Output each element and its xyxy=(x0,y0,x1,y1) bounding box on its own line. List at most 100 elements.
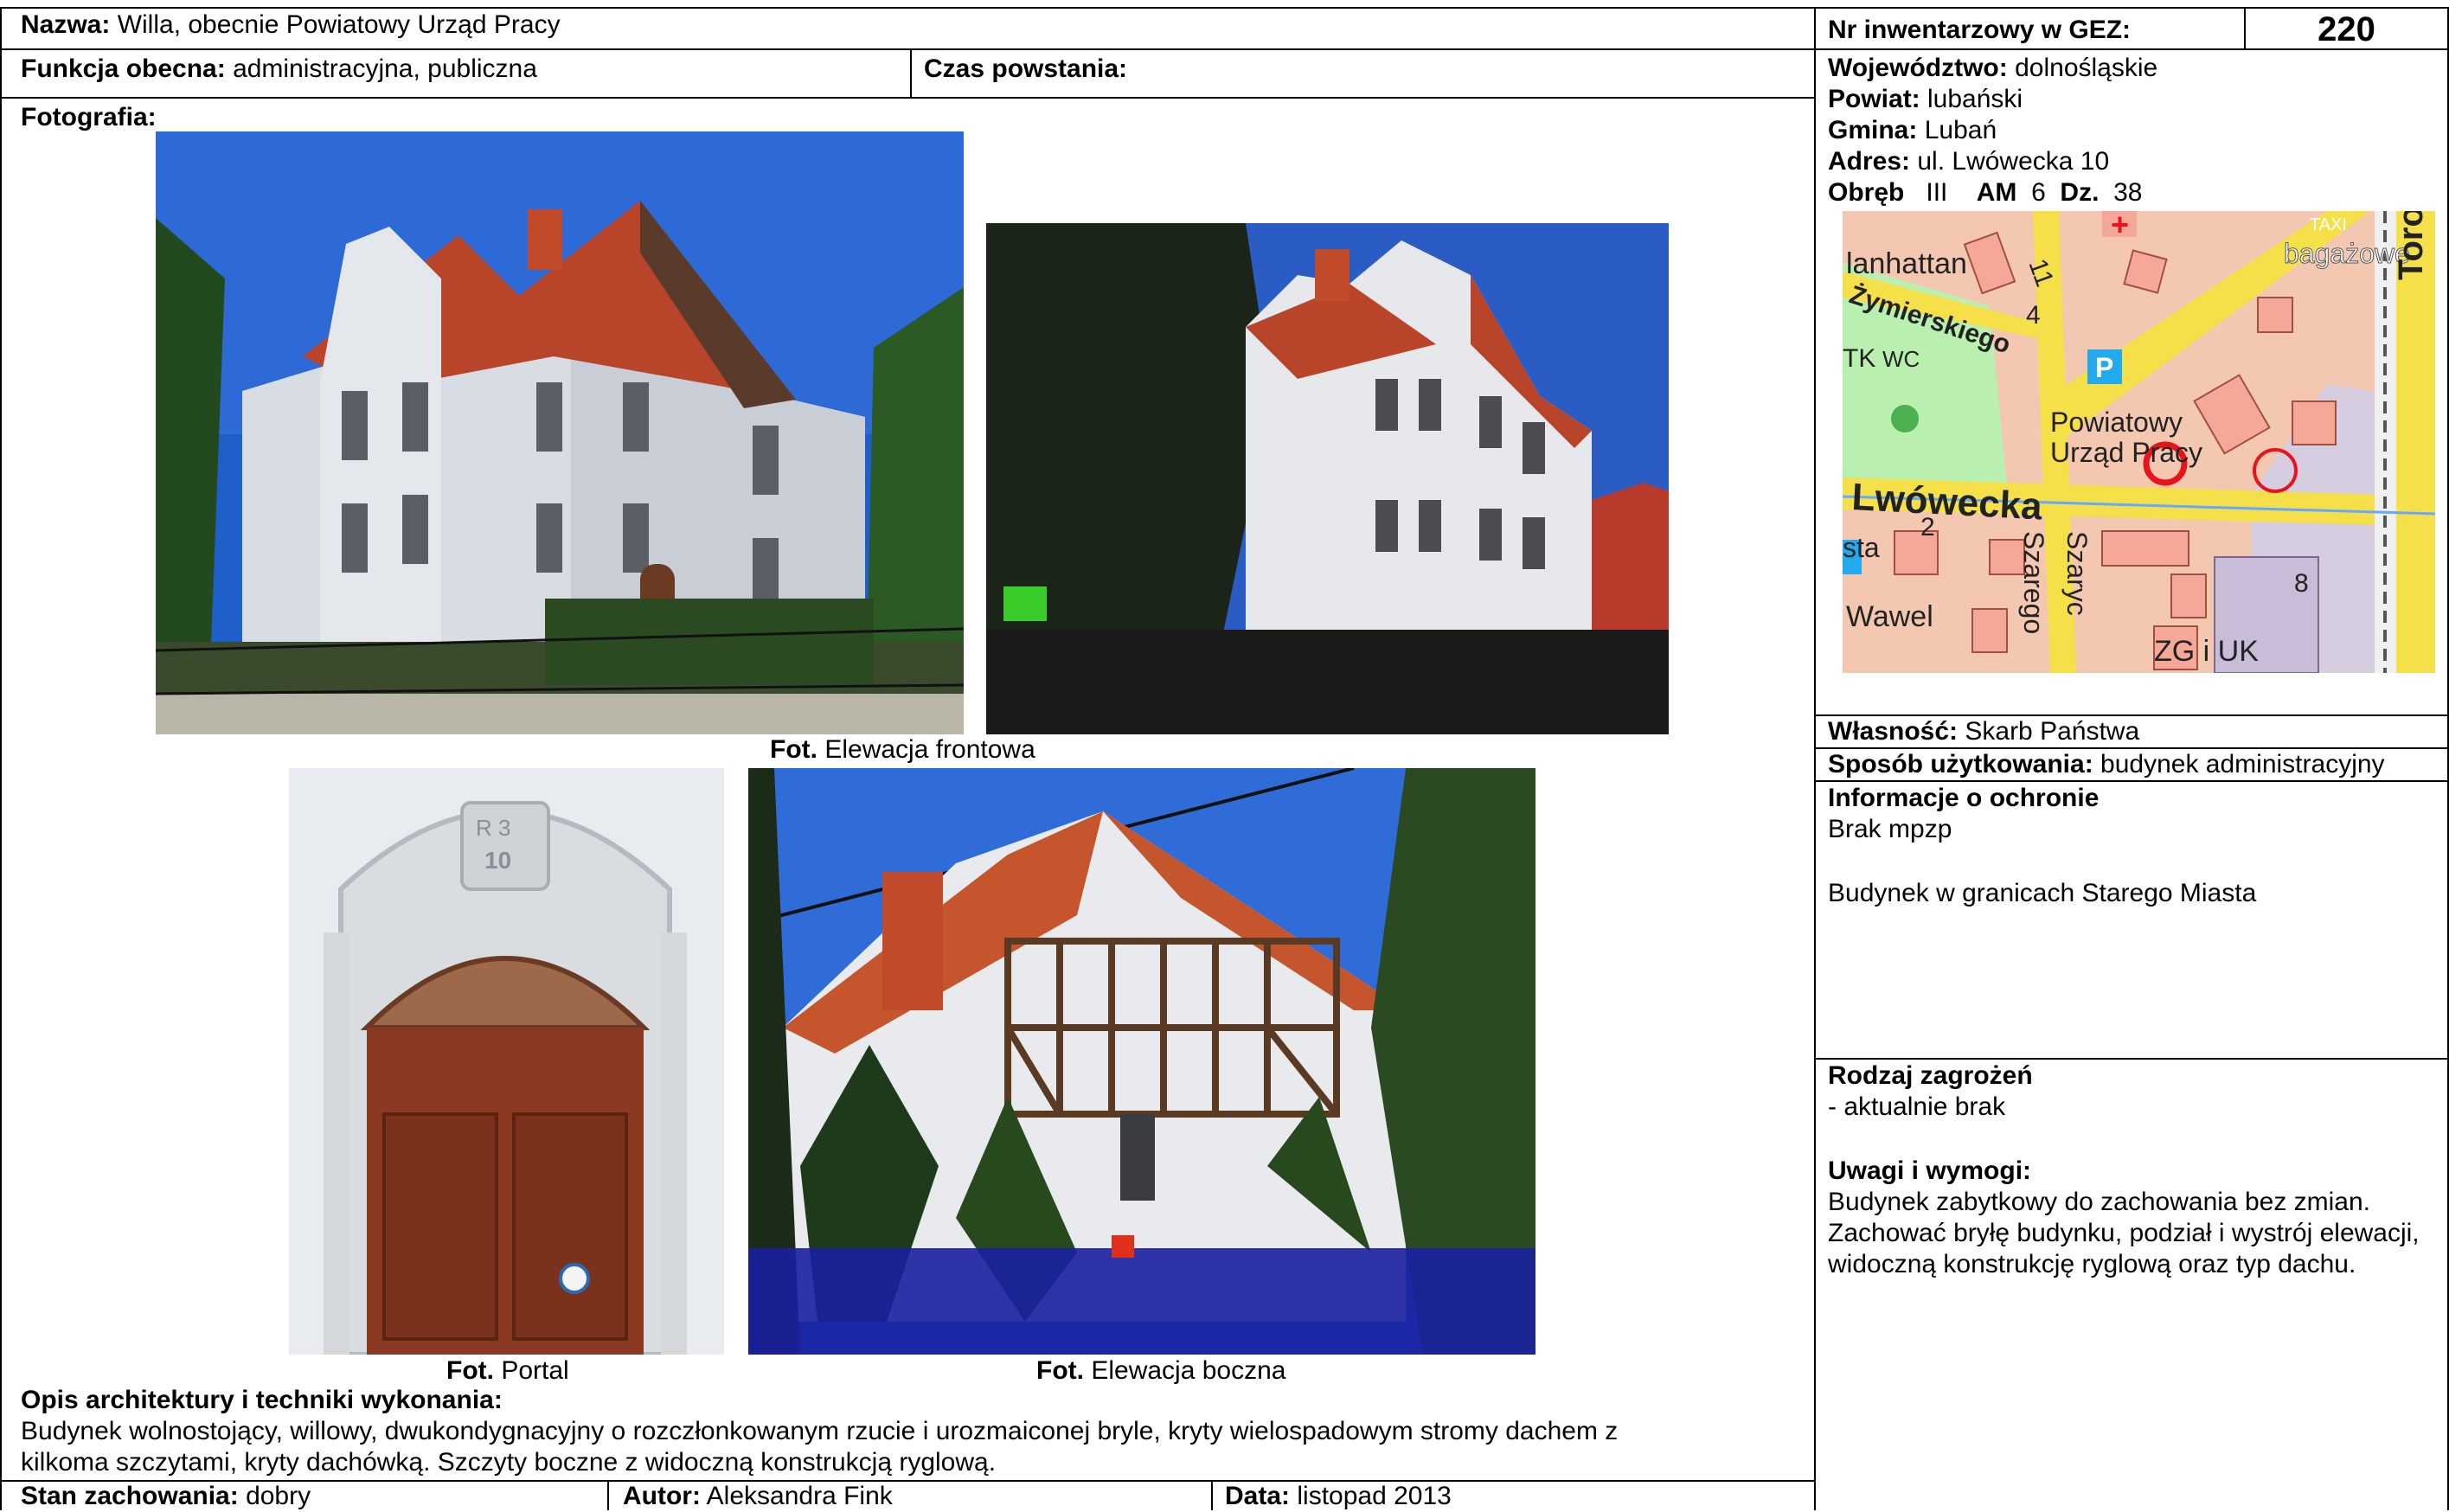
photo-front-elevation-2 xyxy=(986,223,1669,734)
photos-section-label: Fotografia: xyxy=(21,103,157,131)
svg-text:2: 2 xyxy=(1920,513,1935,541)
ownership-label: Własność: xyxy=(1828,717,1959,746)
description-title: Opis architektury i techniki wykonania: xyxy=(21,1386,503,1414)
svg-text:Wawel: Wawel xyxy=(1846,600,1933,633)
remarks-title: Uwagi i wymogi: xyxy=(1828,1156,2032,1185)
county-field: Powiat: lubański xyxy=(1828,84,2023,115)
plot-label: Dz. xyxy=(2060,178,2100,207)
name-value: Willa, obecnie Powiatowy Urząd Pracy xyxy=(117,10,561,39)
caption-side-label: Fot. xyxy=(1036,1356,1084,1385)
footer-divider-2 xyxy=(1211,1480,1213,1510)
outer-left-border xyxy=(0,7,2,1510)
caption-portal: Fot. Portal xyxy=(446,1355,569,1387)
time-field: Czas powstania: xyxy=(924,54,1127,85)
usage-value: budynek administracyjny xyxy=(2100,750,2385,778)
map-graphic: P + lanhattan Żymierskiego Powiatowy Urz… xyxy=(1843,211,2435,673)
voivodeship-value: dolnośląskie xyxy=(2015,54,2158,82)
caption-portal-text: Portal xyxy=(501,1356,569,1385)
ownership-value: Skarb Państwa xyxy=(1965,717,2140,746)
svg-text:TAXI: TAXI xyxy=(2310,215,2347,234)
svg-text:Szarego: Szarego xyxy=(2018,531,2049,634)
svg-text:R 3: R 3 xyxy=(476,815,510,841)
protection-line-2: Budynek w granicach Starego Miasta xyxy=(1828,879,2257,907)
address-field: Adres: ul. Lwówecka 10 xyxy=(1828,146,2109,177)
protection-line-1: Brak mpzp xyxy=(1828,815,1952,843)
svg-text:8: 8 xyxy=(2294,569,2309,598)
svg-text:10: 10 xyxy=(484,847,511,874)
am-label: AM xyxy=(1976,178,2017,207)
address-label: Adres: xyxy=(1828,147,1911,176)
caption-side-text: Elewacja boczna xyxy=(1091,1356,1286,1385)
svg-text:Powiatowy: Powiatowy xyxy=(2050,407,2183,438)
location-map: P + lanhattan Żymierskiego Powiatowy Urz… xyxy=(1843,211,2435,673)
row2-bottom-border xyxy=(0,97,1816,99)
date-field: Data: listopad 2013 xyxy=(1225,1481,1452,1512)
date-value: listopad 2013 xyxy=(1297,1482,1452,1510)
svg-text:bagażowe: bagażowe xyxy=(2284,238,2410,269)
voivodeship-field: Województwo: dolnośląskie xyxy=(1828,53,2157,84)
usage-bottom-border xyxy=(1814,780,2449,782)
plot-value: 38 xyxy=(2113,178,2143,207)
cadastral-field: Obręb III AM 6 Dz. 38 xyxy=(1828,177,2142,208)
function-field: Funkcja obecna: administracyjna, publicz… xyxy=(21,54,537,85)
precinct-label: Obręb xyxy=(1828,178,1905,207)
author-value: Aleksandra Fink xyxy=(706,1482,893,1510)
caption-portal-label: Fot. xyxy=(446,1356,494,1385)
address-value: ul. Lwówecka 10 xyxy=(1917,147,2110,176)
svg-text:P: P xyxy=(2095,352,2113,383)
photo-side-elevation xyxy=(748,768,1535,1355)
protection-bottom-border xyxy=(1814,1058,2449,1060)
caption-front-elevation: Fot. Elewacja frontowa xyxy=(770,734,1035,766)
county-label: Powiat: xyxy=(1828,85,1920,113)
main-divider xyxy=(1814,7,1816,1510)
threats-value: - aktualnie brak xyxy=(1828,1092,2006,1121)
photo-front-elevation-1 xyxy=(156,131,964,734)
time-label: Czas powstania: xyxy=(924,54,1128,83)
condition-value: dobry xyxy=(246,1482,311,1510)
description-line-1: Budynek wolnostojący, willowy, dwukondyg… xyxy=(21,1417,1619,1445)
usage-field: Sposób użytkowania: budynek administracy… xyxy=(1828,749,2385,780)
remarks-value: Budynek zabytkowy do zachowania bez zmia… xyxy=(1828,1188,2420,1278)
threats-title: Rodzaj zagrożeń xyxy=(1828,1061,2033,1090)
row2-divider xyxy=(910,48,912,99)
svg-text:4: 4 xyxy=(2026,301,2041,330)
date-label: Data: xyxy=(1225,1482,1291,1510)
commune-label: Gmina: xyxy=(1828,116,1918,144)
description-line-2: kilkoma szczytami, kryty dachówką. Szczy… xyxy=(21,1448,997,1477)
row1-bottom-border xyxy=(0,48,2449,50)
top-border xyxy=(0,7,2449,9)
svg-text:+: + xyxy=(2111,211,2129,242)
svg-text:Torowa: Torowa xyxy=(2392,211,2430,280)
condition-label: Stan zachowania: xyxy=(21,1482,239,1510)
svg-text:lanhattan: lanhattan xyxy=(1846,247,1967,280)
photo-portal: R 3 10 xyxy=(289,768,724,1355)
ownership-field: Własność: Skarb Państwa xyxy=(1828,716,2139,747)
author-label: Autor: xyxy=(623,1482,701,1510)
caption-front-label: Fot. xyxy=(770,735,817,764)
svg-text:sta: sta xyxy=(1843,532,1880,563)
caption-front-text: Elewacja frontowa xyxy=(824,735,1035,764)
protection-title: Informacje o ochronie xyxy=(1828,784,2100,812)
function-label: Funkcja obecna: xyxy=(21,54,226,83)
inventory-label: Nr inwentarzowy w GEZ: xyxy=(1828,16,2132,44)
svg-text:WC: WC xyxy=(1882,346,1920,372)
caption-side-elevation: Fot. Elewacja boczna xyxy=(1036,1355,1285,1387)
footer-divider-1 xyxy=(607,1480,609,1510)
condition-field: Stan zachowania: dobry xyxy=(21,1481,311,1512)
function-value: administracyjna, publiczna xyxy=(233,54,537,83)
commune-value: Lubań xyxy=(1924,116,1997,144)
usage-label: Sposób użytkowania: xyxy=(1828,750,2093,778)
svg-text:ZG i UK: ZG i UK xyxy=(2154,635,2259,668)
name-field: Nazwa: Willa, obecnie Powiatowy Urząd Pr… xyxy=(21,10,561,41)
svg-text:TK: TK xyxy=(1843,344,1875,373)
svg-text:Urząd Pracy: Urząd Pracy xyxy=(2050,437,2202,468)
commune-field: Gmina: Lubań xyxy=(1828,115,1997,146)
author-field: Autor: Aleksandra Fink xyxy=(623,1481,893,1512)
name-label: Nazwa: xyxy=(21,10,111,39)
county-value: lubański xyxy=(1927,85,2023,113)
svg-text:Szaryc: Szaryc xyxy=(2061,531,2093,616)
am-value: 6 xyxy=(2031,178,2046,207)
inventory-number: 220 xyxy=(2318,10,2375,48)
voivodeship-label: Województwo: xyxy=(1828,54,2008,82)
precinct-value: III xyxy=(1926,178,1948,207)
